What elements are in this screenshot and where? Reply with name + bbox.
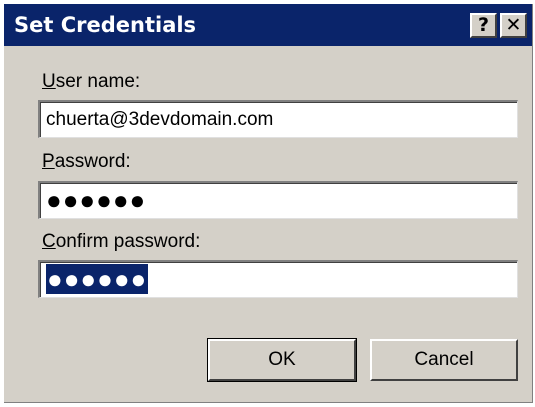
close-button[interactable]: ✕ (500, 13, 527, 38)
password-value: ●●●●●● (46, 185, 147, 215)
ok-label: OK (268, 349, 296, 370)
confirm-password-input[interactable]: ●●●●●● (38, 260, 518, 298)
ok-button[interactable]: OK (207, 338, 357, 382)
password-label: Password: (42, 151, 131, 172)
cancel-button[interactable]: Cancel (370, 339, 518, 381)
password-input[interactable]: ●●●●●● (38, 181, 518, 219)
username-label: User name: (42, 71, 141, 92)
set-credentials-dialog: Set Credentials ? ✕ User name: chuerta@3… (4, 4, 533, 403)
close-icon: ✕ (505, 14, 522, 36)
help-button[interactable]: ? (470, 13, 497, 38)
question-mark-icon: ? (477, 14, 490, 36)
username-input[interactable]: chuerta@3devdomain.com (38, 100, 518, 138)
confirm-password-value: ●●●●●● (46, 264, 149, 294)
title-bar[interactable]: Set Credentials ? ✕ (4, 4, 532, 46)
cancel-label: Cancel (414, 349, 474, 370)
dialog-title: Set Credentials (14, 13, 197, 37)
confirm-password-label: Confirm password: (42, 231, 201, 252)
username-value: chuerta@3devdomain.com (46, 109, 274, 130)
